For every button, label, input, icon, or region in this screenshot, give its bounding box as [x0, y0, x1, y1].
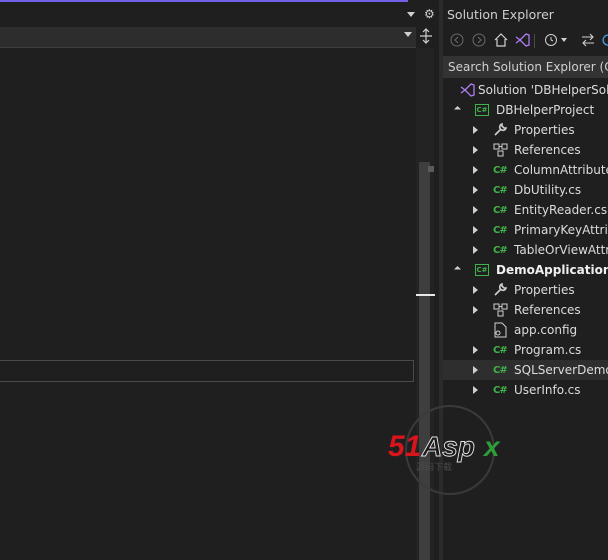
document-tab-strip — [0, 2, 440, 26]
solution-explorer-toolbar — [443, 28, 608, 52]
forward-icon[interactable] — [471, 32, 487, 48]
csharp-file-icon: C# — [493, 205, 508, 216]
tree-item-label: app.config — [514, 323, 578, 337]
navigation-dropdown-icon[interactable] — [404, 32, 412, 37]
collapsed-arrow-icon[interactable] — [473, 226, 478, 234]
csharp-file-icon: C# — [493, 365, 508, 376]
collapsed-arrow-icon[interactable] — [473, 366, 478, 374]
tree-item-properties[interactable]: Properties — [443, 120, 608, 140]
output-panel-border — [0, 360, 414, 382]
tree-item-label: UserInfo.cs — [514, 383, 581, 397]
scrollbar-caret-marker — [416, 294, 435, 296]
watermark-subtext: 源码下载 — [416, 461, 452, 473]
code-editor[interactable] — [0, 48, 416, 560]
tree-item-label: DbUtility.cs — [514, 183, 582, 197]
tree-item-columnattribute-cs[interactable]: C# ColumnAttribute.cs — [443, 160, 608, 180]
tree-item-demoapplication[interactable]: C# DemoApplication — [443, 260, 608, 280]
collapsed-arrow-icon[interactable] — [473, 166, 478, 174]
collapsed-arrow-icon[interactable] — [473, 206, 478, 214]
csharp-file-icon: C# — [493, 185, 508, 196]
toolbar-separator — [534, 34, 535, 48]
tree-item-label: PrimaryKeyAttribute.cs — [514, 223, 608, 237]
tree-item-label: Properties — [514, 283, 575, 297]
csharp-file-icon: C# — [493, 245, 508, 256]
expanded-arrow-icon[interactable] — [453, 105, 462, 114]
tree-item-label: DemoApplication — [496, 263, 608, 277]
tree-item-label: References — [514, 303, 581, 317]
tree-item-label: DBHelperProject — [496, 103, 595, 117]
collapsed-arrow-icon[interactable] — [473, 246, 478, 254]
tree-item-label: Solution 'DBHelperSolution' (2 of 2 proj… — [478, 83, 608, 97]
scrollbar-thumb[interactable] — [419, 162, 430, 560]
collapsed-arrow-icon[interactable] — [473, 386, 478, 394]
vs-icon[interactable] — [514, 32, 530, 48]
collapsed-arrow-icon[interactable] — [473, 186, 478, 194]
solution-explorer-title: Solution Explorer — [447, 7, 554, 22]
collapsed-arrow-icon[interactable] — [473, 306, 478, 314]
collapsed-arrow-icon[interactable] — [473, 286, 478, 294]
home-icon[interactable] — [493, 32, 509, 48]
expanded-arrow-icon[interactable] — [453, 265, 462, 274]
watermark-text-aspx: Asp — [421, 431, 475, 462]
config-file-icon — [493, 322, 509, 338]
csharp-file-icon: C# — [493, 385, 508, 396]
watermark-logo: 51 Asp x 源码下载 — [386, 402, 514, 498]
collapsed-arrow-icon[interactable] — [473, 126, 478, 134]
tree-item-sqlserverdemo-cs[interactable]: C# SQLServerDemo.cs — [443, 360, 608, 380]
watermark-text-51: 51 — [388, 430, 421, 463]
history-icon[interactable] — [543, 32, 559, 48]
tree-item-label: SQLServerDemo.cs — [514, 363, 608, 377]
csharp-project-icon: C# — [475, 264, 489, 276]
tree-item-label: Properties — [514, 123, 575, 137]
collapsed-arrow-icon[interactable] — [473, 146, 478, 154]
tree-item-label: ColumnAttribute.cs — [514, 163, 608, 177]
scrollbar-marker — [428, 166, 434, 172]
tree-item-references[interactable]: References — [443, 140, 608, 160]
solution-icon — [459, 82, 475, 98]
tree-item-references[interactable]: References — [443, 300, 608, 320]
tree-item-label: Program.cs — [514, 343, 582, 357]
tree-item-solution-dbhelpersolution-2-of-2-projects[interactable]: Solution 'DBHelperSolution' (2 of 2 proj… — [443, 80, 608, 100]
csharp-file-icon: C# — [493, 225, 508, 236]
tree-item-label: EntityReader.cs — [514, 203, 608, 217]
tree-item-program-cs[interactable]: C# Program.cs — [443, 340, 608, 360]
csharp-file-icon: C# — [493, 345, 508, 356]
solution-tree: Solution 'DBHelperSolution' (2 of 2 proj… — [443, 80, 608, 400]
dropdown-arrow-icon[interactable] — [407, 12, 415, 17]
editor-pane: ⚙ — [0, 0, 440, 560]
tree-item-dbutility-cs[interactable]: C# DbUtility.cs — [443, 180, 608, 200]
sync-icon[interactable] — [580, 32, 596, 48]
navigation-bar[interactable] — [0, 27, 416, 48]
references-icon — [493, 142, 509, 158]
tree-item-label: TableOrViewAttribute.cs — [514, 243, 608, 257]
watermark-text-x: x — [482, 431, 501, 462]
solution-explorer-search[interactable] — [443, 56, 608, 78]
search-input[interactable] — [448, 59, 608, 75]
csharp-file-icon: C# — [493, 165, 508, 176]
tree-item-tableorviewattribute-cs[interactable]: C# TableOrViewAttribute.cs — [443, 240, 608, 260]
tree-item-primarykeyattribute-cs[interactable]: C# PrimaryKeyAttribute.cs — [443, 220, 608, 240]
refresh-icon[interactable] — [600, 32, 608, 48]
collapsed-arrow-icon[interactable] — [473, 346, 478, 354]
chevron-down-icon[interactable] — [559, 32, 569, 48]
gear-icon[interactable]: ⚙ — [424, 8, 435, 20]
wrench-icon — [493, 282, 509, 298]
split-editor-icon[interactable] — [418, 28, 434, 46]
tree-item-app-config[interactable]: app.config — [443, 320, 608, 340]
tree-item-entityreader-cs[interactable]: C# EntityReader.cs — [443, 200, 608, 220]
wrench-icon — [493, 122, 509, 138]
csharp-project-icon: C# — [475, 104, 489, 116]
tree-item-properties[interactable]: Properties — [443, 280, 608, 300]
tree-item-dbhelperproject[interactable]: C# DBHelperProject — [443, 100, 608, 120]
back-icon[interactable] — [449, 32, 465, 48]
references-icon — [493, 302, 509, 318]
tree-item-label: References — [514, 143, 581, 157]
tree-item-userinfo-cs[interactable]: C# UserInfo.cs — [443, 380, 608, 400]
